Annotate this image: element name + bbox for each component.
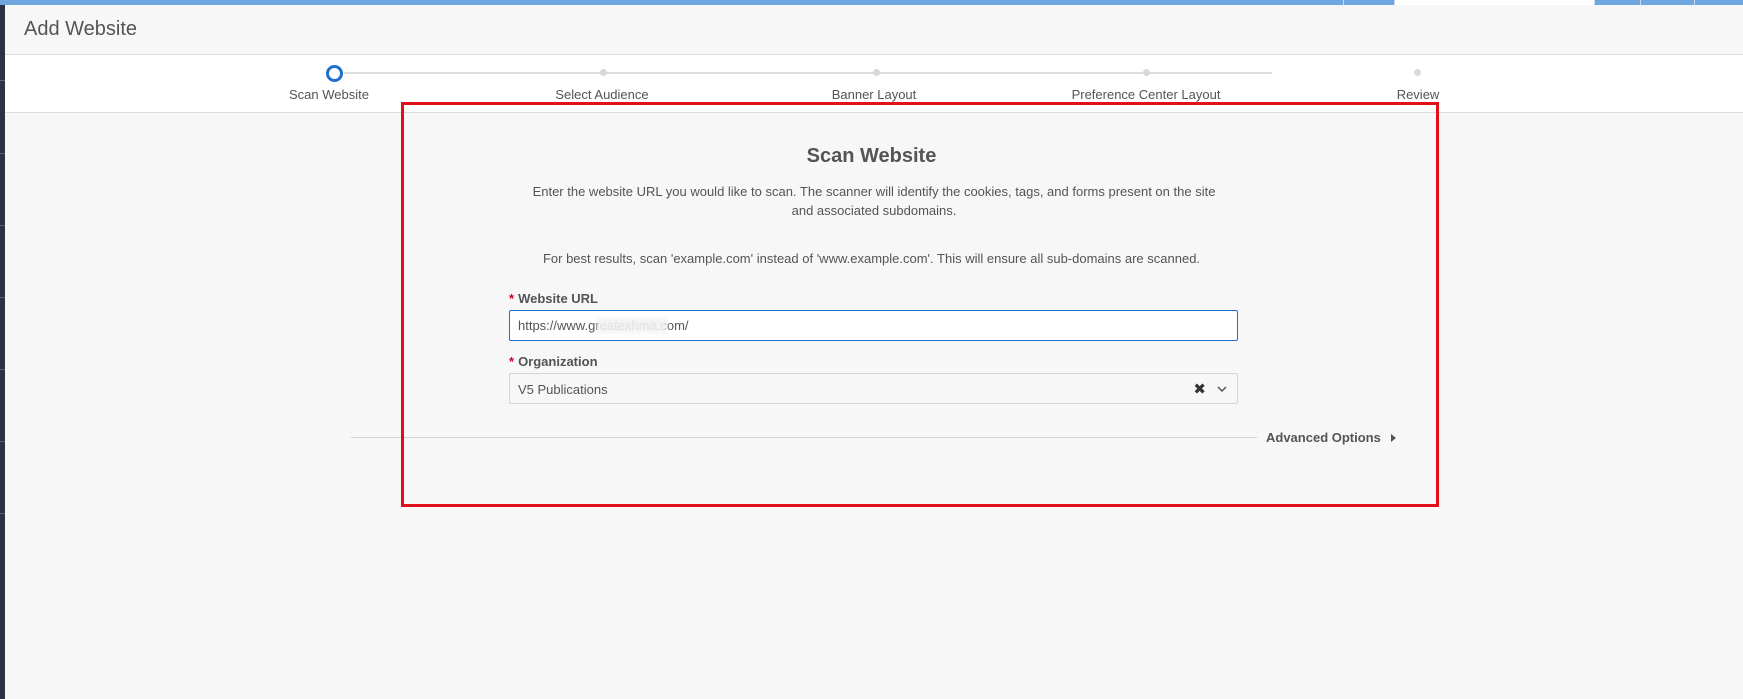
step-label-banner-layout[interactable]: Banner Layout: [832, 87, 917, 102]
strip-divider: [0, 513, 5, 514]
step-label-preference-center-layout[interactable]: Preference Center Layout: [1072, 87, 1221, 102]
stepper-track: [344, 72, 1272, 74]
highlight-box: [401, 102, 1439, 507]
strip-divider: [0, 369, 5, 370]
strip-divider: [0, 441, 5, 442]
strip-divider: [0, 225, 5, 226]
step-5-indicator[interactable]: [1414, 69, 1421, 76]
step-label-scan-website[interactable]: Scan Website: [289, 87, 369, 102]
page-title: Add Website: [24, 18, 138, 40]
step-2-indicator[interactable]: [600, 69, 607, 76]
step-label-review[interactable]: Review: [1397, 87, 1440, 102]
step-1-indicator[interactable]: [326, 65, 343, 82]
page-header: Add Website: [5, 5, 1743, 55]
step-4-indicator[interactable]: [1143, 69, 1150, 76]
strip-divider: [0, 297, 5, 298]
step-label-select-audience[interactable]: Select Audience: [555, 87, 648, 102]
step-3-indicator[interactable]: [873, 69, 880, 76]
